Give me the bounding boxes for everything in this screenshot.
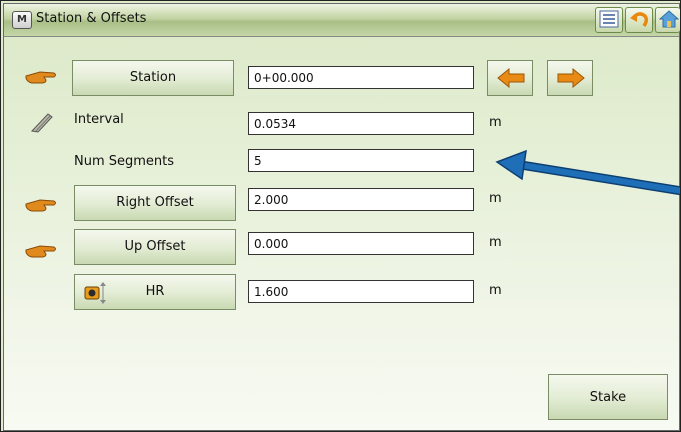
right-offset-unit: m [489, 191, 502, 206]
hand-pointer-icon [25, 71, 56, 84]
main-panel: M Station & Offsets Station 0+00.000 Int… [3, 3, 680, 431]
hr-unit: m [489, 283, 502, 298]
interval-label: Interval [74, 112, 124, 127]
hr-button-label: HR [145, 284, 165, 299]
hand-pointer-icon [25, 245, 56, 258]
instrument-height-icon [84, 282, 106, 304]
right-offset-button[interactable]: Right Offset [74, 185, 236, 221]
list-icon [599, 10, 619, 28]
hand-pointer-icon [25, 199, 56, 212]
title-bar: M Station & Offsets [4, 4, 680, 37]
interval-unit: m [489, 115, 502, 130]
window-title: Station & Offsets [36, 11, 147, 26]
num-segments-field[interactable] [248, 149, 474, 172]
stake-button[interactable]: Stake [548, 374, 668, 420]
up-offset-field[interactable] [248, 232, 474, 255]
station-button[interactable]: Station [72, 60, 234, 96]
list-button[interactable] [595, 7, 623, 33]
num-segments-label: Num Segments [74, 154, 175, 169]
arrow-left-icon [497, 68, 525, 88]
up-offset-unit: m [489, 235, 502, 250]
home-button[interactable] [655, 7, 680, 33]
right-offset-field[interactable] [248, 188, 474, 211]
up-offset-button[interactable]: Up Offset [74, 229, 236, 265]
hr-field[interactable] [248, 280, 474, 303]
undo-icon [630, 12, 649, 27]
ruler-icon [30, 113, 53, 133]
station-previous-button[interactable] [487, 60, 533, 96]
station-next-button[interactable] [547, 60, 593, 96]
stake-button-label: Stake [589, 390, 627, 405]
hr-button[interactable]: HR [74, 274, 236, 310]
station-button-label: Station [129, 70, 177, 85]
app-frame: M Station & Offsets Station 0+00.000 Int… [0, 0, 681, 432]
up-offset-button-label: Up Offset [124, 239, 186, 254]
arrow-right-icon [557, 68, 585, 88]
undo-button[interactable] [625, 7, 653, 33]
interval-field[interactable] [248, 112, 474, 135]
station-field[interactable] [248, 66, 474, 89]
app-menu-icon[interactable]: M [12, 11, 32, 29]
right-offset-button-label: Right Offset [116, 195, 194, 210]
home-icon [659, 10, 679, 28]
